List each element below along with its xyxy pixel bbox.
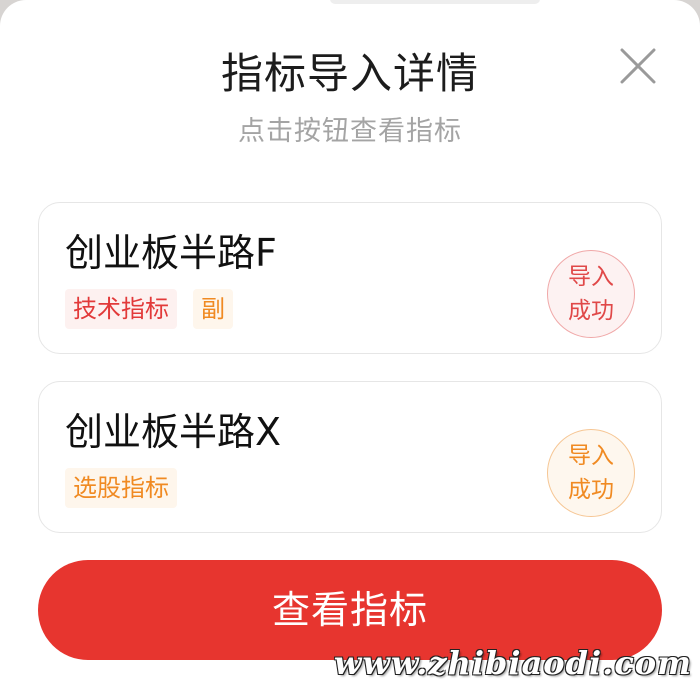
indicator-type-tag: 选股指标	[65, 468, 177, 508]
indicator-type-tag: 技术指标	[65, 289, 177, 329]
import-success-stamp: 导入 成功	[547, 250, 635, 338]
stamp-line-1: 导入	[568, 264, 614, 290]
site-watermark: www.zhibiaodi.com	[333, 644, 692, 682]
indicator-subtype-tag: 副	[193, 289, 233, 329]
dialog-subtitle: 点击按钮查看指标	[238, 116, 462, 147]
indicator-card: 创业板半路F 技术指标 副 导入 成功	[38, 202, 662, 354]
stamp-line-2: 成功	[568, 298, 614, 324]
import-details-dialog: 指标导入详情 点击按钮查看指标 创业板半路F 技术指标 副 导入 成功 创业板半…	[0, 0, 700, 700]
stamp-line-2: 成功	[568, 477, 614, 503]
stamp-line-1: 导入	[568, 443, 614, 469]
import-success-stamp: 导入 成功	[547, 429, 635, 517]
indicator-tags: 选股指标	[65, 468, 177, 508]
indicator-tags: 技术指标 副	[65, 289, 233, 329]
close-icon[interactable]	[612, 40, 664, 92]
indicator-card: 创业板半路X 选股指标 导入 成功	[38, 381, 662, 533]
indicator-name: 创业板半路F	[65, 231, 277, 275]
indicator-name: 创业板半路X	[65, 410, 282, 454]
background-peek	[330, 0, 540, 4]
dialog-title: 指标导入详情	[220, 49, 479, 98]
